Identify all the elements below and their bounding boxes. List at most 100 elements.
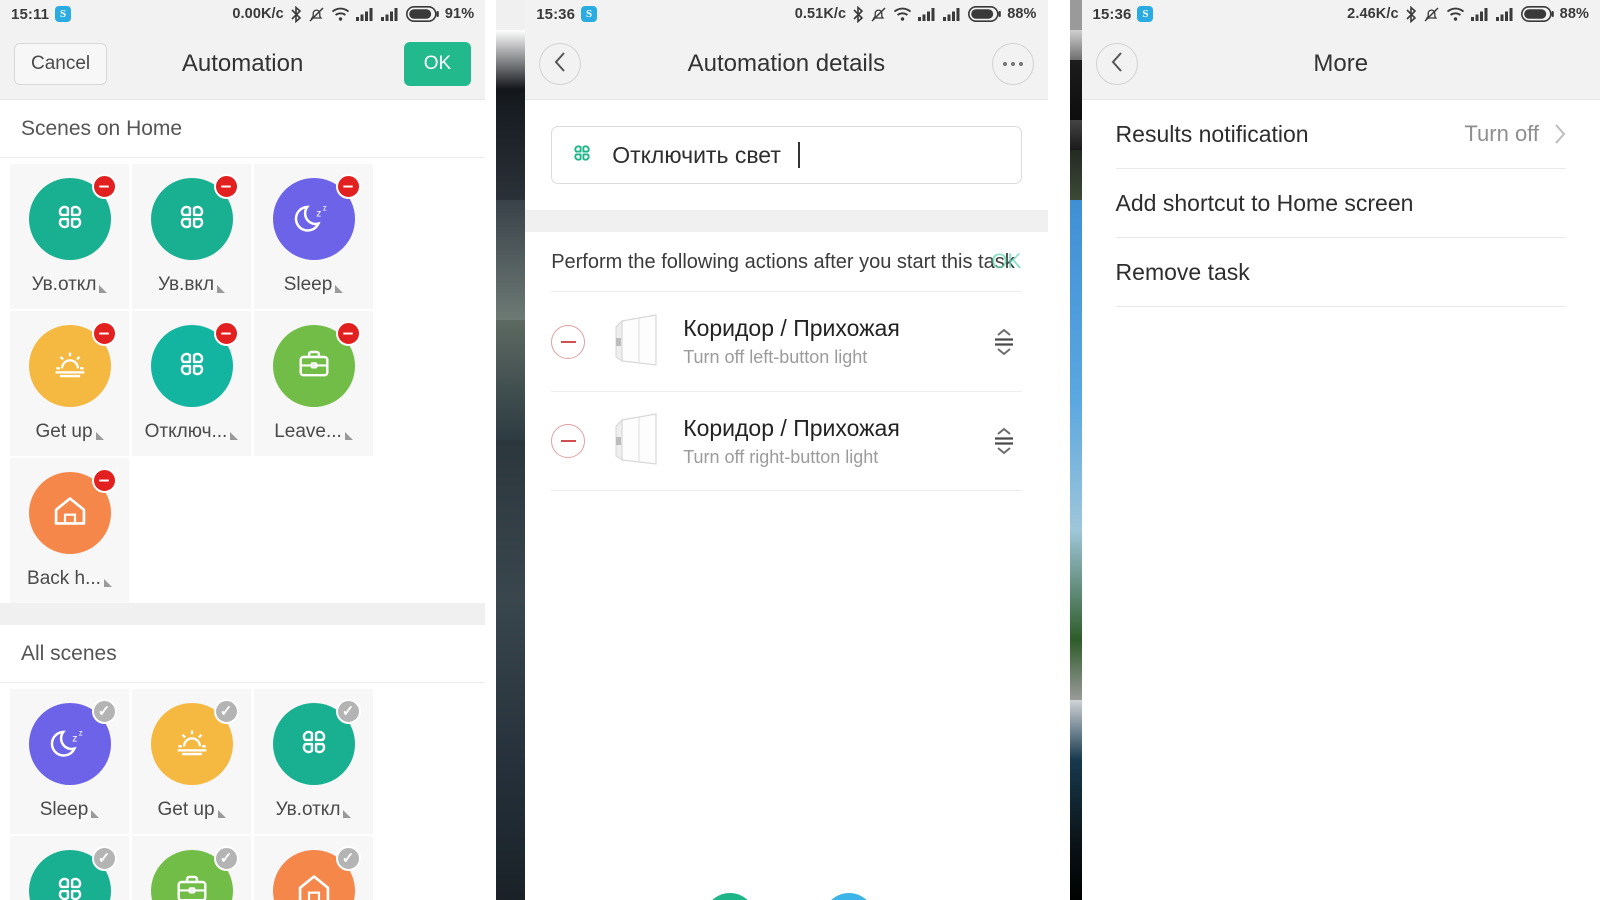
remove-action-button[interactable] [551,424,586,458]
signal-icon-sim1 [355,7,375,21]
status-bar-1: 15:11 S 0.00K/c 91% [0,0,486,28]
task-name-field[interactable]: Отключить свет [551,126,1022,184]
page-title: Automation details [687,49,886,77]
expand-triangle-icon[interactable] [230,432,239,440]
scene-badge-check[interactable]: ✓ [335,846,361,871]
panel-automation: 15:11 S 0.00K/c 91% Cancel Automation OK… [0,0,486,900]
scene-label-wrap: Back h... [27,568,112,590]
scene-badge-check[interactable]: ✓ [91,699,117,724]
scene-badge-minus[interactable]: – [91,174,117,199]
skype-icon: S [1137,6,1154,22]
scene-badge-check[interactable]: ✓ [213,846,239,871]
wifi-icon [1446,7,1465,22]
ok-button[interactable]: OK [403,41,472,86]
scene-bubble: ✓ [28,846,117,900]
more-options-button[interactable] [991,42,1034,85]
scene-label: Sleep [39,799,89,820]
alarm-muted-icon [870,6,887,23]
chevron-right-icon [1553,123,1566,145]
scene-label-wrap: Отключ... [145,421,239,443]
scene-tile[interactable]: – Leave... [254,311,373,456]
clover-icon [171,196,213,243]
scene-tile[interactable]: ✓ Ув.откл [254,689,373,834]
status-bar-2: 15:36 S 0.51K/c 88% [525,0,1048,28]
clock-text: 15:36 [536,5,576,23]
status-left: 15:11 S [11,6,72,23]
scene-grid-all: zz✓Sleep✓Get up✓Ув.откл✓Ув.вкл✓Leave...✓… [0,683,485,900]
signal-icon-sim2 [1495,7,1515,21]
back-button[interactable] [1095,42,1138,85]
ellipsis-icon [1002,61,1023,66]
scene-badge-minus[interactable]: – [91,321,117,346]
expand-triangle-icon[interactable] [99,285,108,293]
signal-icon-sim2 [943,7,962,21]
scene-grid-home: – Ув.откл – Ув.вкл z z – Sleep – Get up – Отключ...… [0,158,485,603]
scene-badge-minus[interactable]: – [335,174,361,199]
scene-tile[interactable]: – Ув.вкл [132,164,251,309]
home-icon [48,489,92,538]
sunrise-icon [47,341,93,392]
task-name-wrap: Отключить свет [525,100,1047,184]
action-text: Коридор / Прихожая Turn off right-button … [683,415,967,468]
home-icon [292,867,336,900]
alarm-muted-icon [308,6,325,23]
scene-tile[interactable]: – Get up [10,311,129,456]
more-list-item[interactable]: Add shortcut to Home screen [1115,169,1566,238]
signal-icon-sim2 [380,7,400,21]
expand-triangle-icon[interactable] [344,432,353,440]
reorder-handle-icon[interactable] [986,327,1022,357]
scene-badge-minus[interactable]: – [213,174,239,199]
scene-badge-minus[interactable]: – [335,321,361,346]
scene-badge-check[interactable]: ✓ [213,699,239,724]
back-button[interactable] [539,42,582,85]
action-row[interactable]: Коридор / Прихожая Turn off left-button l… [551,291,1022,391]
scene-tile[interactable]: – Ув.откл [10,164,129,309]
clover-icon [568,139,596,172]
clover-icon [171,343,213,390]
perform-actions-label-row: Perform the following actions after you … [525,232,1047,291]
scene-tile[interactable]: – Back h... [10,458,129,603]
task-name-value: Отключить свет [612,141,781,168]
remove-action-button[interactable] [551,324,586,359]
expand-triangle-icon[interactable] [91,810,100,818]
scene-label-wrap: Get up [157,799,226,821]
scene-label: Ув.откл [275,799,341,820]
scene-badge-check[interactable]: ✓ [91,846,117,871]
scene-label-wrap: Get up [35,421,104,443]
add-device-button[interactable]: Add device [685,893,774,900]
expand-triangle-icon[interactable] [343,810,352,818]
expand-triangle-icon[interactable] [335,285,344,293]
expand-triangle-icon[interactable] [217,285,226,293]
clock-text: 15:36 [1092,5,1132,23]
more-list-item[interactable]: Results notification Turn off [1115,100,1566,169]
more-item-label: Results notification [1115,120,1309,147]
expand-triangle-icon[interactable] [95,432,104,440]
scene-tile[interactable]: – Отключ... [132,311,251,456]
scene-tile[interactable]: ✓Ув.вкл [10,836,129,900]
reorder-handle-icon[interactable] [986,426,1022,456]
scene-label-wrap: Ув.откл [276,799,352,821]
add-timer-button[interactable]: Add timer [810,893,887,900]
scene-tile[interactable]: ✓ Get up [132,689,251,834]
expand-triangle-icon[interactable] [217,810,226,818]
more-list-item[interactable]: Remove task [1115,238,1566,307]
cancel-button[interactable]: Cancel [14,42,108,85]
scene-tile[interactable]: z z – Sleep [254,164,373,309]
scene-bubble: – [150,174,239,260]
scene-tile[interactable]: ✓Back h... [254,836,373,900]
wifi-icon [893,7,912,22]
action-row[interactable]: Коридор / Прихожая Turn off right-button … [551,391,1022,491]
battery-percent-text: 88% [1559,6,1589,22]
scene-tile[interactable]: ✓Leave... [132,836,251,900]
scene-badge-check[interactable]: ✓ [335,699,361,724]
skype-icon: S [55,6,72,22]
scene-bubble: ✓ [272,846,361,900]
scene-badge-minus[interactable]: – [213,321,239,346]
bluetooth-icon [852,5,864,23]
scene-bubble: – [28,468,117,554]
scene-tile[interactable]: z z ✓ Sleep [10,689,129,834]
data-rate-text: 0.00K/c [232,6,284,22]
title-bar-details: Automation details [525,28,1048,100]
expand-triangle-icon[interactable] [103,579,112,587]
scene-badge-minus[interactable]: – [91,468,117,493]
